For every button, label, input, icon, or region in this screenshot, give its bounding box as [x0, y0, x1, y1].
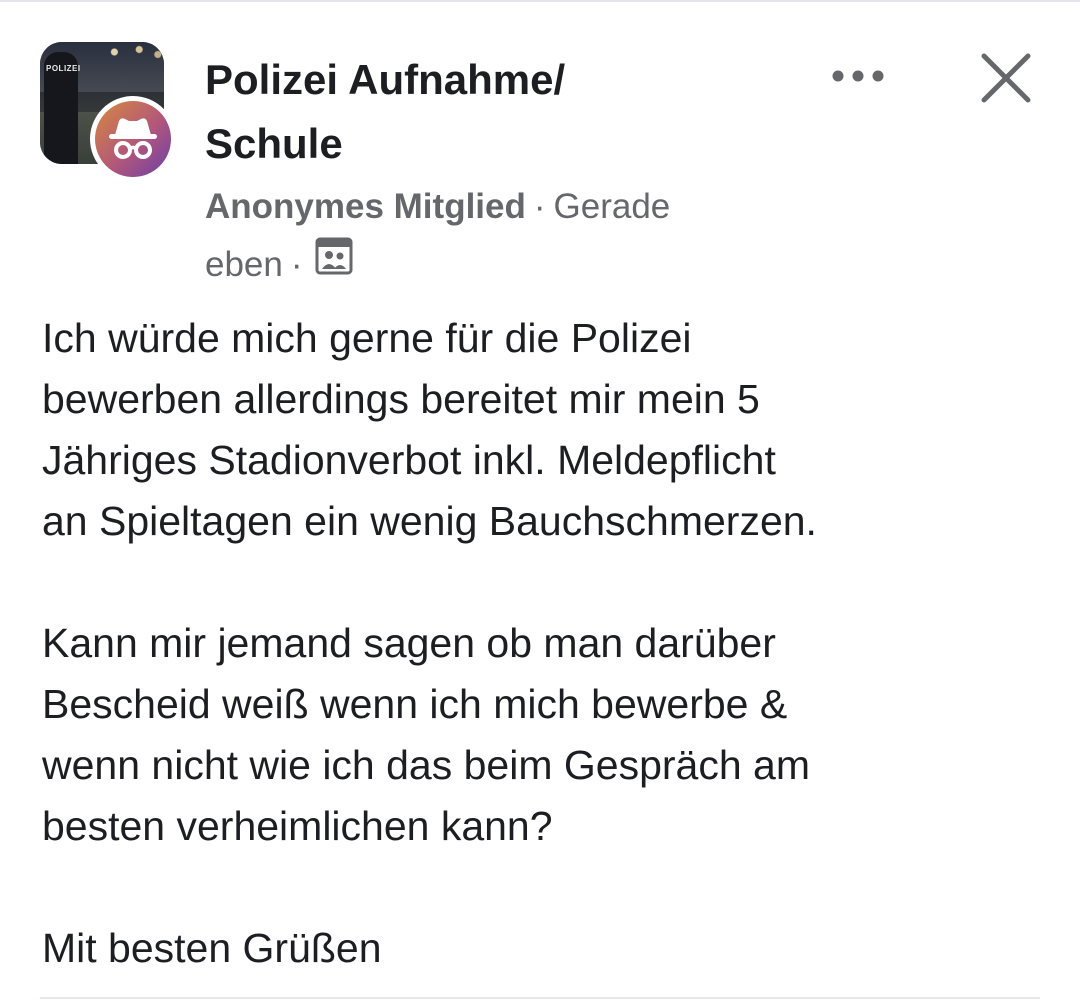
meta-separator-2: · [290, 245, 303, 284]
group-name[interactable]: Polizei Aufnahme/ Schule [205, 48, 725, 176]
avatar-officer-figure: POLIZEI [44, 52, 81, 164]
group-members-icon[interactable] [315, 235, 353, 293]
post-body: Ich würde mich gerne für die Polizei bew… [42, 308, 1042, 979]
close-icon [981, 53, 1031, 103]
close-button[interactable] [974, 46, 1038, 110]
post-line: Ich würde mich gerne für die Polizei [42, 315, 692, 361]
post-paragraph-3: Mit besten Grüßen [42, 918, 1042, 979]
group-name-line-1[interactable]: Polizei Aufnahme/ [205, 48, 725, 112]
avatar-badge-text: POLIZEI [46, 64, 81, 73]
top-divider [0, 0, 1080, 2]
post-line: bewerben allerdings bereitet mir mein 5 [42, 376, 760, 422]
post-meta-line-1: Anonymes Mitglied · Gerade [205, 178, 805, 236]
post-card: POLIZEI Polizei Aufnahme/ Schule Anonyme… [0, 0, 1080, 1007]
post-line: Kann mir jemand sagen ob man darüber [42, 620, 776, 666]
meta-separator: · [533, 187, 546, 226]
anonymous-member-avatar [90, 96, 176, 182]
incognito-badge [95, 101, 171, 177]
post-meta-line-2: eben · [205, 236, 805, 294]
post-meta: Anonymes Mitglied · Gerade eben · [205, 178, 805, 294]
post-line: an Spieltagen ein wenig Bauchschmerzen. [42, 498, 817, 544]
post-paragraph-2: Kann mir jemand sagen ob man darüber Bes… [42, 613, 1042, 857]
post-line: Jähriges Stadionverbot inkl. Meldepflich… [42, 437, 776, 483]
bottom-divider [40, 997, 1040, 999]
post-line: wenn nicht wie ich das beim Gespräch am [42, 742, 810, 788]
timestamp-part-2[interactable]: eben [205, 245, 283, 284]
more-horizontal-icon [832, 70, 884, 82]
timestamp-part-1[interactable]: Gerade [554, 187, 671, 226]
group-name-line-2[interactable]: Schule [205, 112, 725, 176]
post-line: Bescheid weiß wenn ich mich bewerbe & [42, 681, 788, 727]
post-line: Mit besten Grüßen [42, 925, 382, 971]
post-paragraph-1: Ich würde mich gerne für die Polizei bew… [42, 308, 1042, 552]
incognito-icon [109, 118, 157, 159]
more-options-button[interactable] [826, 54, 890, 98]
post-line: besten verheimlichen kann? [42, 803, 553, 849]
author-name[interactable]: Anonymes Mitglied [205, 187, 526, 226]
